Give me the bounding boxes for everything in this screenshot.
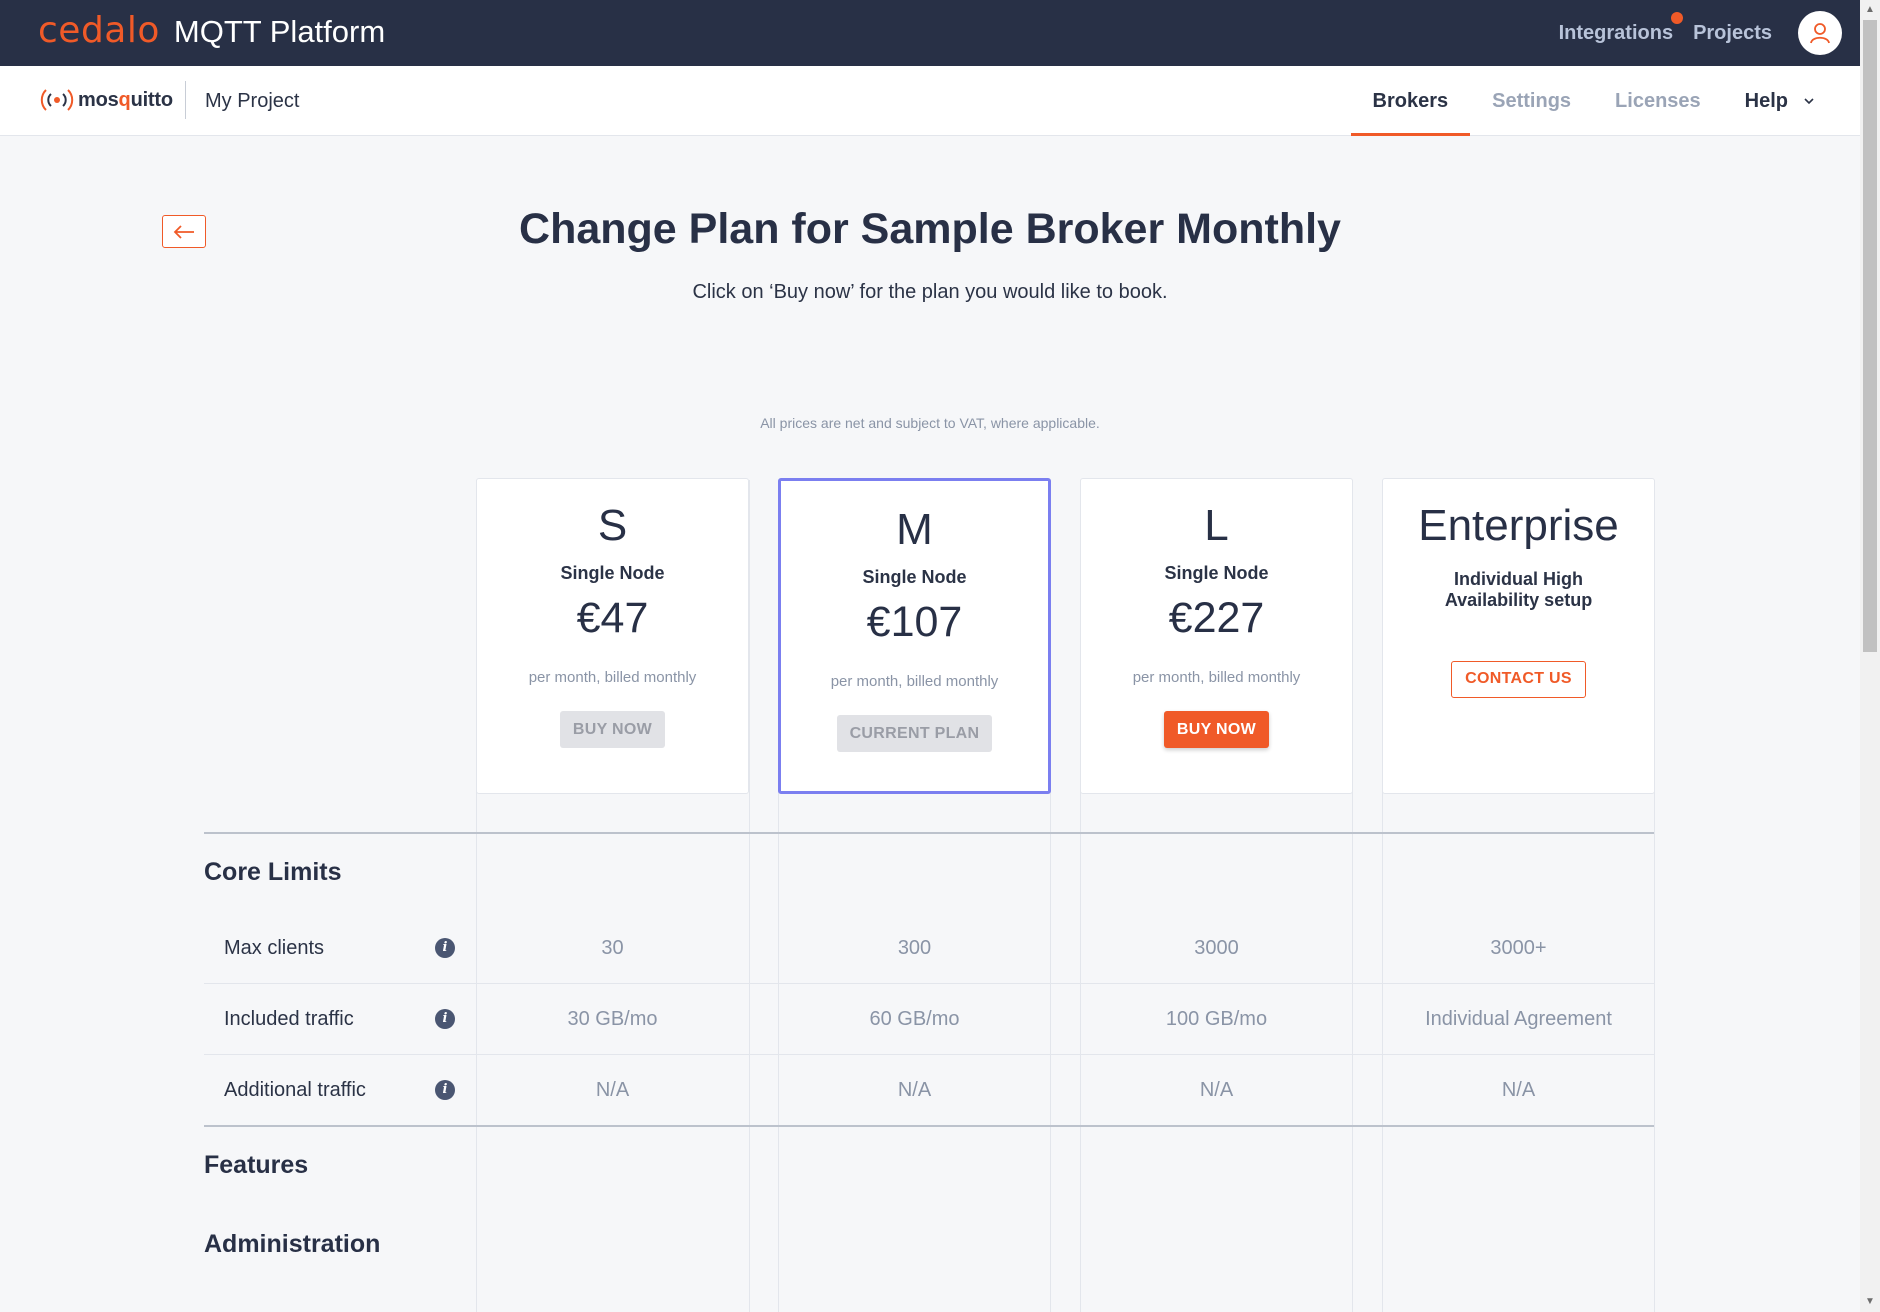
scroll-up-arrow-icon[interactable]: ▲ — [1864, 4, 1876, 16]
plan-subtitle-line: Availability setup — [1444, 590, 1593, 610]
plan-name: M — [896, 505, 933, 554]
plan-subtitle: Single Node — [560, 563, 665, 583]
page-title: Change Plan for Sample Broker Monthly — [519, 205, 1341, 253]
row-label-max-clients: Max clients — [224, 937, 325, 959]
cell-value: 30 GB/mo — [567, 1008, 658, 1030]
product-name: MQTT Platform — [173, 14, 386, 49]
user-avatar-button[interactable] — [1798, 11, 1842, 55]
plan-price: €47 — [576, 594, 649, 642]
plan-price: €227 — [1168, 594, 1265, 642]
vat-note: All prices are net and subject to VAT, w… — [760, 415, 1100, 431]
user-icon — [1810, 23, 1830, 44]
plan-card-enterprise: Enterprise Individual High Availability … — [1382, 478, 1655, 794]
plan-billing-period: per month, billed monthly — [528, 669, 697, 686]
column-separator — [749, 480, 750, 1312]
plan-subtitle: Individual High Availability setup — [1383, 569, 1654, 611]
info-icon[interactable]: i — [435, 1080, 455, 1100]
row-label-included-traffic: Included traffic — [224, 1008, 354, 1030]
wordmark-part-q: q — [118, 88, 131, 111]
top-nav: Integrations Projects — [1539, 0, 1860, 66]
plan-subtitle: Single Node — [1164, 563, 1269, 583]
buy-now-button-l[interactable]: BUY NOW — [1163, 711, 1270, 748]
page-subtitle: Click on ‘Buy now’ for the plan you woul… — [692, 281, 1168, 303]
cell-value: Individual Agreement — [1425, 1008, 1612, 1030]
scroll-thumb[interactable] — [1863, 20, 1877, 652]
mosquitto-logo[interactable]: mosquitto — [40, 88, 173, 112]
row-divider — [204, 983, 1654, 984]
broadcast-icon — [40, 89, 74, 111]
wordmark-part-b: uitto — [130, 88, 174, 111]
plan-name: Enterprise — [1418, 501, 1619, 550]
cell-value: 3000 — [1194, 937, 1239, 959]
cell-value: 30 — [601, 937, 624, 959]
buy-now-button-s[interactable]: BUY NOW — [559, 711, 666, 748]
project-tabs: Brokers Settings Licenses Help — [1350, 66, 1820, 136]
cell-value: 3000+ — [1490, 937, 1547, 959]
tab-settings[interactable]: Settings — [1470, 66, 1593, 136]
cell-value: N/A — [595, 1079, 630, 1101]
top-bar: cedalo MQTT Platform Integrations Projec… — [0, 0, 1860, 66]
help-label: Help — [1744, 89, 1788, 112]
plan-name: S — [597, 501, 628, 550]
plan-subtitle: Single Node — [862, 567, 967, 587]
current-plan-button[interactable]: CURRENT PLAN — [836, 715, 993, 752]
tab-help[interactable]: Help — [1723, 66, 1820, 136]
chevron-down-icon — [1804, 98, 1814, 105]
info-icon[interactable]: i — [435, 1009, 455, 1029]
plan-price: €107 — [866, 598, 963, 646]
info-icon[interactable]: i — [435, 938, 455, 958]
section-title-administration[interactable]: Administration — [204, 1230, 380, 1259]
cell-value: N/A — [1199, 1079, 1234, 1101]
page-scrollbar[interactable]: ▲ ▼ — [1860, 0, 1880, 1312]
mosquitto-wordmark: mosquitto — [78, 89, 173, 112]
plan-card-s: S Single Node €47 per month, billed mont… — [476, 478, 749, 794]
divider — [185, 81, 186, 119]
wordmark-part-a: mos — [78, 88, 119, 111]
plan-subtitle-line: Individual High — [1454, 569, 1583, 589]
projects-link[interactable]: Projects — [1693, 22, 1772, 45]
scroll-down-arrow-icon[interactable]: ▼ — [1864, 1296, 1876, 1308]
row-label-additional-traffic: Additional traffic — [224, 1079, 366, 1101]
notification-dot — [1671, 11, 1684, 24]
cell-value: 300 — [897, 937, 932, 959]
cell-value: 60 GB/mo — [869, 1008, 960, 1030]
section-title-core-limits: Core Limits — [204, 858, 342, 886]
section-divider — [204, 832, 1654, 834]
cell-value: N/A — [1501, 1079, 1536, 1101]
plan-name: L — [1204, 501, 1229, 550]
plan-card-m: M Single Node €107 per month, billed mon… — [778, 478, 1051, 794]
tab-licenses[interactable]: Licenses — [1593, 66, 1723, 136]
section-title-features[interactable]: Features — [204, 1151, 308, 1180]
cell-value: N/A — [897, 1079, 932, 1101]
plan-billing-period: per month, billed monthly — [830, 673, 999, 690]
plan-card-l: L Single Node €227 per month, billed mon… — [1080, 478, 1353, 794]
integrations-label: Integrations — [1558, 21, 1674, 44]
project-name[interactable]: My Project — [205, 90, 299, 113]
section-divider — [204, 1125, 1654, 1127]
cedalo-logo: cedalo — [38, 10, 160, 51]
plan-billing-period: per month, billed monthly — [1132, 669, 1301, 686]
tab-brokers[interactable]: Brokers — [1350, 66, 1471, 136]
contact-us-button[interactable]: CONTACT US — [1451, 661, 1586, 698]
integrations-link[interactable]: Integrations — [1558, 11, 1684, 45]
project-nav-bar: mosquitto My Project Brokers Settings Li… — [0, 66, 1860, 136]
brand[interactable]: cedalo MQTT Platform — [38, 10, 385, 51]
row-divider — [204, 1054, 1654, 1055]
cell-value: 100 GB/mo — [1165, 1008, 1268, 1030]
